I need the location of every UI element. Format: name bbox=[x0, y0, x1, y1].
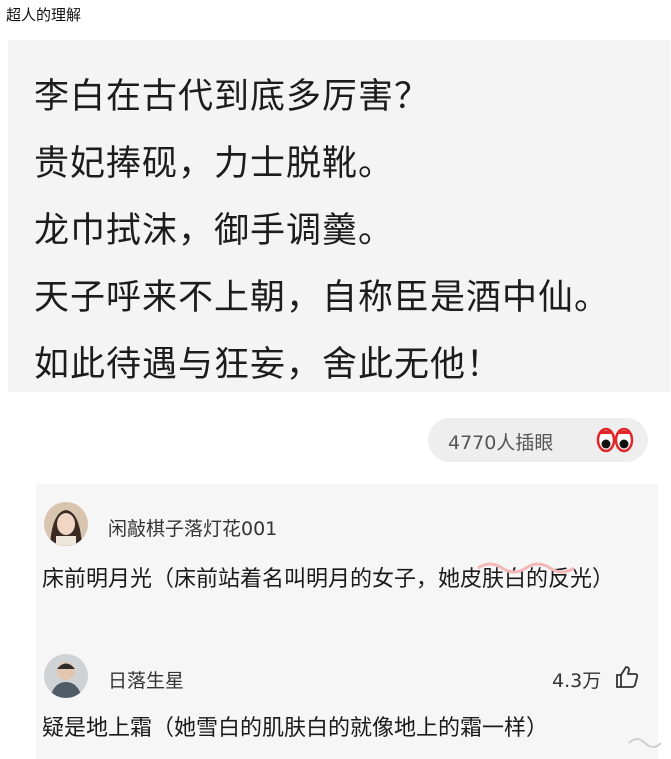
thumbs-up-icon[interactable] bbox=[614, 664, 640, 690]
like-count: 4.3万 bbox=[552, 670, 602, 692]
comment-list: 闲敲棋子落灯花001 床前明月光（床前站着名叫明月的女子，她皮肤白的反光） 日落… bbox=[36, 484, 658, 759]
avatar[interactable] bbox=[44, 654, 88, 698]
eyes-icon[interactable] bbox=[596, 425, 634, 455]
post-line: 贵妃捧砚，力士脱靴。 bbox=[34, 144, 395, 184]
avatar[interactable] bbox=[44, 502, 88, 546]
post-card: 李白在古代到底多厉害？ 贵妃捧砚，力士脱靴。 龙巾拭沫，御手调羹。 天子呼来不上… bbox=[8, 40, 670, 392]
post-line: 如此待遇与狂妄，舍此无他！ bbox=[34, 345, 503, 385]
comment-username[interactable]: 日落生星 bbox=[108, 666, 184, 693]
highlight-squiggle bbox=[477, 562, 575, 574]
page-title: 超人的理解 bbox=[6, 6, 82, 24]
watermark bbox=[627, 731, 667, 753]
peek-button[interactable]: 4770人插眼 bbox=[428, 418, 648, 462]
peek-count-label: 4770人插眼 bbox=[448, 432, 554, 454]
comment-username[interactable]: 闲敲棋子落灯花001 bbox=[108, 514, 277, 541]
comment-text: 疑是地上霜（她雪白的肌肤白的就像地上的霜一样） bbox=[42, 716, 549, 741]
post-line: 龙巾拭沫，御手调羹。 bbox=[34, 211, 395, 251]
post-line: 天子呼来不上朝，自称臣是酒中仙。 bbox=[34, 278, 611, 318]
post-line: 李白在古代到底多厉害？ bbox=[34, 77, 431, 117]
